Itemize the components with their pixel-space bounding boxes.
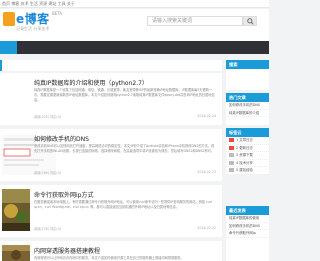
post-card[interactable]: 纯真IP数据库的介绍和使用（python2.7） 纯真IP数据库是一个收集了包括… — [0, 73, 222, 125]
sidebar-heading: 热门文章 — [226, 93, 269, 102]
sidebar-link[interactable]: 命令行获取外网ip — [226, 230, 269, 238]
sidebar-link[interactable]: 1 文章日志 — [226, 137, 269, 145]
nature-photo-image — [2, 189, 30, 231]
rank-badge — [229, 138, 234, 142]
post-date: 2016-02-24 — [197, 114, 216, 118]
rank-badge — [229, 168, 234, 172]
sidebar-link[interactable]: 如何修改手机的DNS — [226, 223, 269, 230]
sidebar-link[interactable]: 纯真IP数据库的介绍 — [226, 110, 269, 117]
sidebar-tags-block: 标签云 1 文章日志 2 更新日志 3 资源下载 4 技术分享 5 建站经验 — [226, 128, 269, 175]
site-tagline: 记录生活 分享技术 — [16, 26, 50, 31]
rank-badge — [229, 153, 234, 157]
post-card[interactable]: 如何修改手机的DNS 修改手机DNS可以加快网页打开速度，提高网络访问的稳定性。… — [0, 129, 222, 181]
sidebar-heading: 标签云 — [226, 128, 269, 137]
sidebar-link-label: 2 更新日志 — [236, 145, 253, 150]
post-date: 2016-02-22 — [197, 226, 216, 230]
sidebar-heading: 最近发表 — [226, 206, 269, 215]
sidebar-link-label: 5 建站经验 — [236, 168, 253, 172]
breadcrumb — [0, 60, 222, 71]
post-title[interactable]: 命令行获取外网ip方式 — [34, 190, 93, 199]
search-button[interactable] — [243, 16, 257, 26]
sidebar-link[interactable]: 5 建站经验 — [226, 167, 269, 175]
post-meta: 阅读(176) 评论(0) 2016-02-22 — [34, 226, 216, 231]
post-stats: 阅读(176) 评论(0) — [34, 227, 61, 231]
post-stats: 阅读(235) 评论(0) — [34, 115, 61, 119]
sidebar-popular-block: 热门文章 如何修改手机的DNS 纯真IP数据库的介绍 — [226, 93, 269, 125]
search-icon — [247, 18, 254, 25]
post-meta: 阅读(235) 评论(0) 2016-02-24 — [34, 114, 216, 119]
sidebar-recent-block: 最近发表 纯真IP数据库的使用 如何修改手机的DNS 命令行获取外网ip — [226, 206, 269, 261]
post-excerpt: 修改手机DNS可以加快网页打开速度，提高网络访问的稳定性。本文分别介绍了Andr… — [34, 144, 215, 154]
post-meta: 阅读(189) 评论(0) 2016-02-23 — [34, 170, 216, 175]
main-navbar — [0, 41, 269, 54]
post-card[interactable]: 命令行获取外网ip方式 在服务器或者本地电脑上，有时需要通过命令行获取外网IP地… — [0, 185, 222, 237]
post-excerpt: 纯真IP数据库是一个收集了包括网通、电信、铁通、长城宽带、聚友宽带等ISP的最新… — [34, 88, 215, 103]
post-title[interactable]: 内网穿透服务器搭建教程 — [34, 246, 100, 255]
sidebar-heading: 搜索 — [226, 60, 269, 69]
sidebar-link[interactable]: 纯真IP数据库的使用 — [226, 215, 269, 223]
post-excerpt: 在服务器或者本地电脑上，有时需要通过命令行获取外网IP地址，可以使用curl命令… — [34, 200, 213, 210]
nav-home-tab[interactable] — [0, 41, 17, 54]
post-excerpt: 内网穿透可以让外网访问内网中的服务，本文介绍如何使用开源工具在自己的服务器上搭建… — [34, 256, 184, 260]
top-links-bar[interactable]: 首页 博客 技术 生活 资源 建站 工具 关于 — [0, 0, 269, 8]
rank-badge — [229, 160, 234, 165]
sidebar-search-block: 搜索 — [226, 60, 269, 90]
sidebar-link-label: 1 文章日志 — [236, 138, 253, 142]
post-thumbnail[interactable] — [2, 245, 30, 261]
rank-badge — [229, 145, 234, 150]
sidebar-link-label: 3 资源下载 — [236, 153, 253, 157]
sidebar-link[interactable]: 如何修改手机的DNS — [226, 102, 269, 110]
sidebar-link[interactable]: 3 资源下载 — [226, 152, 269, 160]
nature-photo-image — [2, 245, 30, 261]
post-date: 2016-02-23 — [197, 170, 216, 174]
logo-badge: BETA — [52, 11, 63, 16]
search-input[interactable]: 请输入搜索关键词 — [147, 16, 243, 26]
sidebar-link[interactable]: 4 技术分享 — [226, 160, 269, 167]
post-title[interactable]: 如何修改手机的DNS — [34, 134, 89, 143]
site-logo-text[interactable]: e博客 — [16, 10, 50, 27]
post-thumbnail[interactable] — [2, 189, 30, 231]
sidebar-link[interactable]: 2 更新日志 — [226, 145, 269, 152]
post-stats: 阅读(189) 评论(0) — [34, 171, 61, 175]
sidebar-link-label: 4 技术分享 — [236, 160, 253, 165]
post-title[interactable]: 纯真IP数据库的介绍和使用（python2.7） — [34, 78, 148, 87]
post-card[interactable]: 内网穿透服务器搭建教程 内网穿透可以让外网访问内网中的服务，本文介绍如何使用开源… — [0, 241, 222, 261]
logo-icon[interactable] — [3, 12, 15, 26]
